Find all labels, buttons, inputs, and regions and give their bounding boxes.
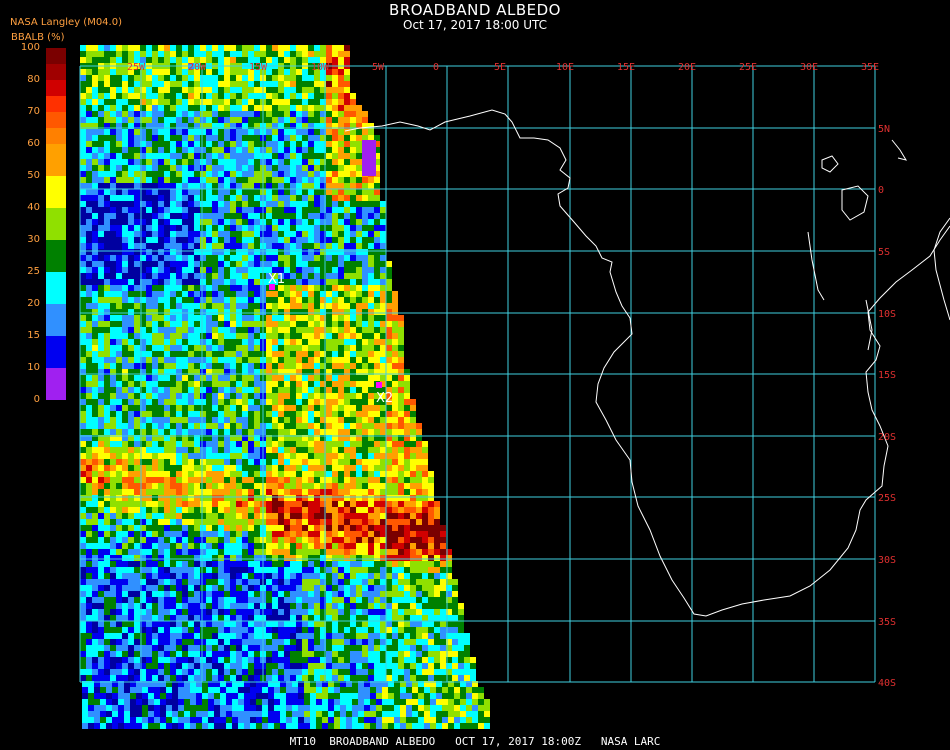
colorbar-swatch (46, 304, 66, 336)
colorbar-swatch (46, 176, 66, 208)
latitude-label: 5N (878, 124, 890, 135)
satellite-map-viewer: X1 X2 25W 20W 15W 10W 5W 0 5E 10E 15E 20E 25E 30E 35E… (0, 0, 950, 750)
longitude-label: 15E (617, 62, 635, 73)
latitude-label: 0 (878, 185, 884, 196)
colorbar-swatch (46, 128, 66, 144)
latitude-label: 40S (878, 678, 896, 689)
latitude-label: 10S (878, 309, 896, 320)
colorbar-swatch (46, 368, 66, 400)
longitude-label: 35E (861, 62, 879, 73)
lake-outline (841, 185, 869, 221)
longitude-label: 20W (188, 62, 207, 73)
colorbar-swatch (46, 208, 66, 240)
colorbar-swatch (46, 80, 66, 96)
albedo-map[interactable]: X1 X2 25W 20W 15W 10W 5W 0 5E 10E 15E 20E 25E 30E 35E… (0, 0, 950, 750)
colorbar-swatch (46, 48, 66, 64)
longitude-label: 0 (433, 62, 439, 73)
latitude-label: 35S (878, 617, 896, 628)
latitude-label: 30S (878, 555, 896, 566)
latitude-label: 5S (878, 247, 890, 258)
map-title: BROADBAND ALBEDO (389, 1, 561, 19)
latitude-label: 25S (878, 493, 896, 504)
lake-outline (891, 139, 908, 161)
longitude-label: 10W (311, 62, 330, 73)
colorbar-swatch (46, 64, 66, 80)
longitude-label: 25E (739, 62, 757, 73)
colorbar-tick-label: 25 (27, 266, 40, 277)
madagascar-coastline (933, 217, 950, 321)
purple-patch (362, 140, 376, 176)
colorbar-swatch (46, 112, 66, 128)
longitude-label: 5W (372, 62, 385, 73)
lake-outline (807, 231, 825, 301)
colorbar-tick-label: 70 (27, 106, 40, 117)
colorbar-swatch (46, 336, 66, 368)
site-marker-label-1: X1 (268, 272, 285, 287)
longitude-label: 25W (127, 62, 146, 73)
colorbar-tick-label: 15 (27, 330, 40, 341)
site-marker-2[interactable] (376, 382, 382, 388)
lake-outline (821, 155, 839, 173)
colorbar-tick-label: 30 (27, 234, 40, 245)
colorbar-swatch (46, 272, 66, 304)
colorbar-tick-label: 40 (27, 202, 40, 213)
colorbar-tick-label: 0 (33, 394, 40, 405)
colorbar-tick-label: 20 (27, 298, 40, 309)
site-marker-label-2: X2 (376, 391, 393, 406)
colorbar-swatch (46, 96, 66, 112)
longitude-label: 15W (249, 62, 268, 73)
longitude-label: 5E (494, 62, 506, 73)
colorbar-tick-label: 10 (27, 362, 40, 373)
colorbar-tick-label: 80 (27, 74, 40, 85)
latitude-label: 15S (878, 370, 896, 381)
colorbar-swatch (46, 144, 66, 176)
latitude-label: 20S (878, 432, 896, 443)
colorbar-swatch (46, 240, 66, 272)
map-datetime: Oct 17, 2017 18:00 UTC (403, 18, 547, 32)
longitude-label: 30E (800, 62, 818, 73)
longitude-label: 20E (678, 62, 696, 73)
longitude-label: 10E (556, 62, 574, 73)
colorbar (46, 48, 66, 400)
colorbar-tick-label: 100 (20, 42, 40, 53)
colorbar-tick-label: 50 (27, 170, 40, 181)
footer-caption: MT10 BROADBAND ALBEDO OCT 17, 2017 18:00… (289, 735, 661, 748)
colorbar-tick-label: 60 (27, 138, 40, 149)
